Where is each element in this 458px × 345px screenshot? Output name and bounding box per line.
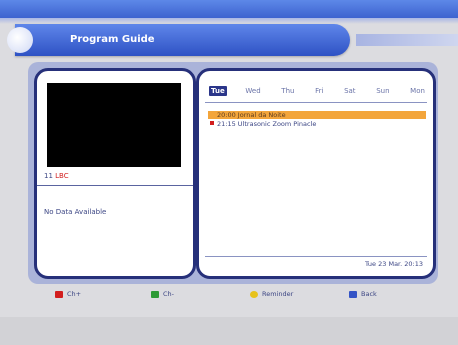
channel-number: 11 xyxy=(44,172,53,180)
channel-name: LBC xyxy=(55,172,69,180)
yellow-key-label: Reminder xyxy=(262,290,294,298)
bottom-strip xyxy=(0,317,458,345)
tab-day-fri[interactable]: Fri xyxy=(313,86,325,96)
color-key-bar: Ch+ Ch- Reminder Back xyxy=(0,286,458,308)
tab-day-wed[interactable]: Wed xyxy=(243,86,262,96)
tab-day-sat[interactable]: Sat xyxy=(342,86,357,96)
tab-day-tue[interactable]: Tue xyxy=(209,86,227,96)
header-stripe xyxy=(356,34,458,46)
blue-button-icon xyxy=(349,290,357,298)
event-title: 20:00 Jornal da Noite xyxy=(217,111,286,119)
page-title: Program Guide xyxy=(70,34,155,45)
event-title: 21:15 Ultrasonic Zoom Pinacle xyxy=(217,120,317,128)
tab-day-thu[interactable]: Thu xyxy=(279,86,296,96)
channel-info-panel: 11 LBC No Data Available xyxy=(34,68,196,279)
date-time-status: Tue 23 Mar. 20:13 xyxy=(364,260,423,268)
yellow-button-icon xyxy=(250,290,258,298)
red-key-hint[interactable]: Ch+ xyxy=(55,290,81,298)
divider xyxy=(37,185,193,186)
tab-day-mon[interactable]: Mon xyxy=(408,86,427,96)
channel-label: 11 LBC xyxy=(44,172,69,180)
divider xyxy=(205,102,427,103)
green-key-hint[interactable]: Ch- xyxy=(151,290,174,298)
schedule-panel: Tue Wed Thu Fri Sat Sun Mon 20:00 Jornal… xyxy=(196,68,436,279)
blue-key-hint[interactable]: Back xyxy=(349,290,377,298)
video-preview xyxy=(47,83,181,167)
yellow-key-hint[interactable]: Reminder xyxy=(250,290,293,298)
title-banner: Program Guide xyxy=(7,24,350,56)
event-row[interactable]: 21:15 Ultrasonic Zoom Pinacle xyxy=(208,120,426,128)
red-key-label: Ch+ xyxy=(67,290,82,298)
blue-key-label: Back xyxy=(361,290,377,298)
reminder-dot-icon xyxy=(210,121,214,125)
no-data-text: No Data Available xyxy=(44,208,107,216)
event-row-selected[interactable]: 20:00 Jornal da Noite xyxy=(208,111,426,119)
top-header-bar xyxy=(0,0,458,18)
tab-day-sun[interactable]: Sun xyxy=(374,86,391,96)
guide-logo-icon xyxy=(7,27,33,53)
divider xyxy=(205,256,427,257)
green-button-icon xyxy=(151,290,159,298)
day-tabs: Tue Wed Thu Fri Sat Sun Mon xyxy=(209,84,427,98)
red-button-icon xyxy=(55,290,63,298)
green-key-label: Ch- xyxy=(163,290,175,298)
